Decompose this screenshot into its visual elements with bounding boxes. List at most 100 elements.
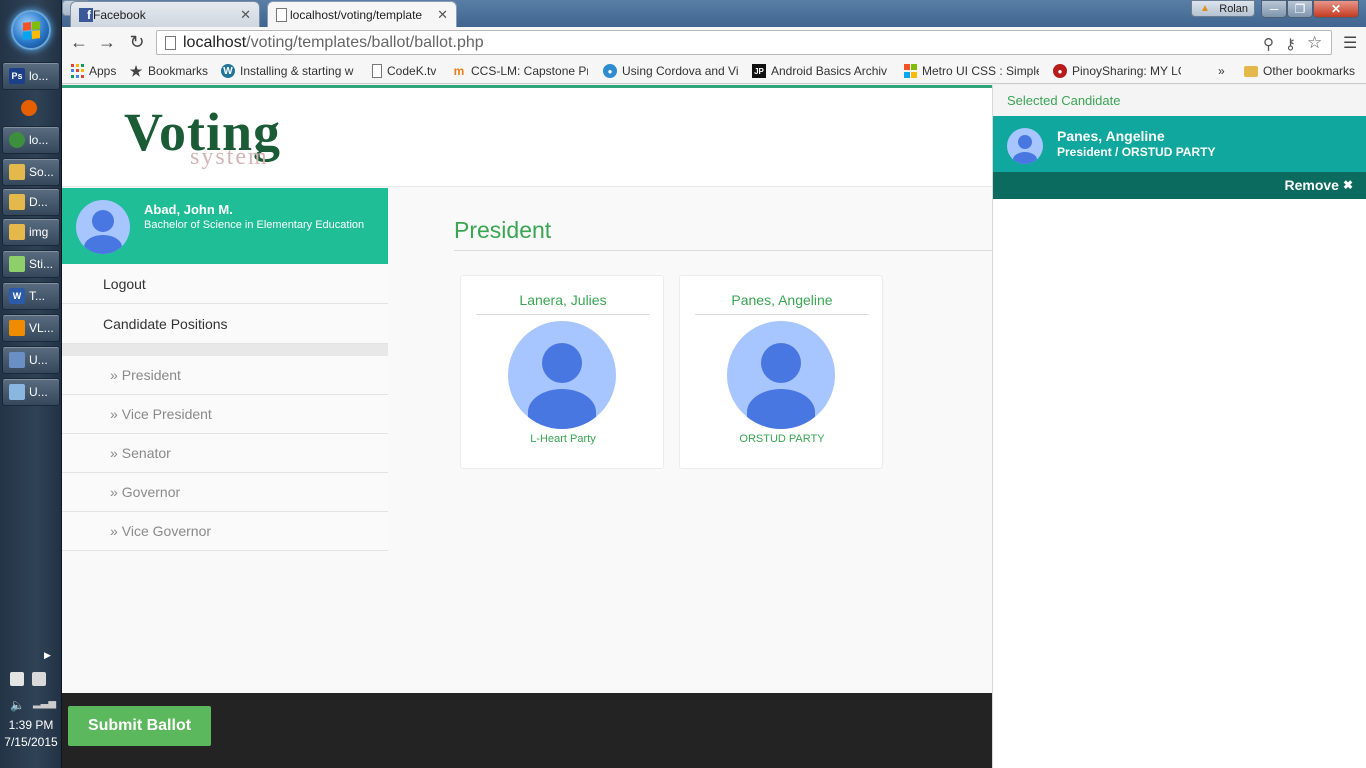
chrome-menu-icon[interactable]: ☰ [1343, 33, 1357, 53]
chevron-right-icon: » [110, 484, 118, 500]
submit-ballot-button[interactable]: Submit Ballot [68, 706, 211, 746]
taskbar-item[interactable]: VL... [2, 314, 60, 342]
taskbar-item[interactable]: img [2, 218, 60, 246]
taskbar-item[interactable]: U... [2, 346, 60, 374]
profile-name: Rolan [1219, 2, 1248, 15]
remove-bar: Remove ✖ [993, 172, 1366, 199]
bookmark-pinoysharing[interactable]: ● PinoySharing: MY LO [1053, 62, 1181, 80]
remove-label: Remove [1284, 177, 1339, 193]
action-center-icon[interactable] [10, 672, 24, 686]
candidate-card[interactable]: Lanera, Julies L-Heart Party [460, 275, 664, 469]
tab-localhost[interactable]: localhost/voting/template ✕ [267, 1, 457, 27]
taskbar-item[interactable]: So... [2, 158, 60, 186]
taskbar-item[interactable]: W T... [2, 282, 60, 310]
forward-icon[interactable]: → [96, 31, 118, 53]
pinoy-icon: ● [1053, 64, 1067, 78]
tab-label: localhost/voting/template [290, 7, 423, 22]
menu-label: Governor [121, 484, 181, 500]
close-window-button[interactable]: ✕ [1313, 0, 1359, 18]
taskbar-item[interactable]: U... [2, 378, 60, 406]
firefox-icon [21, 100, 37, 116]
sidebar-item-governor[interactable]: » Governor [62, 473, 388, 512]
bookmark-label: CodeK.tv [387, 64, 437, 78]
taskbar-item[interactable]: Sti... [2, 250, 60, 278]
url-host: localhost [183, 33, 247, 51]
bookmark-android-basics[interactable]: JP Android Basics Archiv [752, 62, 890, 80]
chevron-right-icon: » [110, 445, 118, 461]
power-icon[interactable] [32, 672, 46, 686]
bookmark-star-icon[interactable]: ☆ [1307, 33, 1322, 53]
menu-label: Vice Governor [121, 523, 212, 539]
bookmark-label: Installing & starting w [240, 64, 354, 78]
clock-time[interactable]: 1:39 PM [0, 718, 62, 732]
jp-icon: JP [752, 64, 766, 78]
taskbar-item-label: lo... [29, 133, 49, 147]
clock-date[interactable]: 7/15/2015 [0, 735, 62, 749]
minimize-button[interactable]: ─ [1261, 0, 1287, 18]
back-icon[interactable]: ← [68, 31, 90, 53]
side-menu: Logout Candidate Positions » President » V… [62, 264, 388, 551]
remove-button[interactable]: Remove ✖ [1284, 177, 1353, 193]
chrome-window: f Facebook ✕ localhost/voting/template ✕… [62, 0, 1366, 768]
system-tray: ▶ 🔈 ▂▃▅ 1:39 PM 7/15/2015 [0, 640, 62, 768]
profile-button[interactable]: ▲ Rolan [1191, 0, 1255, 17]
candidate-positions-link[interactable]: Candidate Positions [62, 304, 388, 344]
taskbar-item[interactable]: lo... [2, 126, 60, 154]
zoom-icon[interactable]: ⚲ [1263, 35, 1274, 53]
word-icon: W [9, 288, 25, 304]
menu-label: Senator [121, 445, 171, 461]
bookmark-cordova[interactable]: ● Using Cordova and Vi [603, 62, 739, 80]
taskbar-item[interactable] [2, 94, 60, 122]
chevron-right-icon: » [110, 406, 118, 422]
key-icon[interactable]: ⚷ [1285, 35, 1296, 53]
maximize-button[interactable]: ❐ [1287, 0, 1313, 18]
folder-icon [9, 224, 25, 240]
bookmark-label: PinoySharing: MY LO [1072, 64, 1181, 78]
sidebar-item-president[interactable]: » President [62, 356, 388, 395]
address-bar[interactable]: localhost/voting/templates/ballot/ballot… [156, 30, 1332, 55]
reload-icon[interactable]: ↻ [126, 31, 148, 53]
bookmark-codek[interactable]: CodeK.tv [372, 62, 436, 80]
taskbar-item-label: So... [29, 165, 54, 179]
candidate-card[interactable]: Panes, Angeline ORSTUD PARTY [679, 275, 883, 469]
show-hidden-icons-icon[interactable]: ▶ [44, 650, 51, 661]
close-tab-icon[interactable]: ✕ [437, 7, 448, 23]
tab-facebook[interactable]: f Facebook ✕ [70, 1, 260, 27]
page-icon [372, 64, 382, 78]
candidate-party: L-Heart Party [530, 433, 596, 445]
wordpress-icon: W [221, 64, 235, 78]
tab-label: Facebook [93, 7, 146, 22]
sidebar-item-senator[interactable]: » Senator [62, 434, 388, 473]
close-tab-icon[interactable]: ✕ [240, 7, 251, 23]
bookmark-bookmarks[interactable]: ★ Bookmarks [129, 62, 208, 80]
taskbar-item-label: D... [29, 195, 48, 209]
menu-label: Vice President [121, 406, 212, 422]
bookmark-other[interactable]: Other bookmarks [1244, 62, 1355, 80]
taskbar-item[interactable]: Ps lo... [2, 62, 60, 90]
taskbar-item[interactable]: D... [2, 188, 60, 216]
bookmark-label: Android Basics Archiv [771, 64, 888, 78]
vlc-icon [9, 320, 25, 336]
volume-icon[interactable]: 🔈 [10, 698, 25, 712]
bookmarks-overflow-icon[interactable]: » [1218, 62, 1225, 80]
menu-label: Logout [103, 275, 146, 292]
avatar [76, 200, 130, 254]
bookmark-wordpress[interactable]: W Installing & starting w [221, 62, 357, 80]
selected-candidate-panel: Selected Candidate Panes, Angeline Presi… [992, 85, 1366, 768]
paint-icon [9, 352, 25, 368]
notepad-icon [9, 384, 25, 400]
page-info-icon[interactable] [165, 36, 176, 50]
sidebar-item-vice-president[interactable]: » Vice President [62, 395, 388, 434]
taskbar-item-label: Sti... [29, 257, 54, 271]
chevron-right-icon: » [110, 367, 118, 383]
network-icon[interactable]: ▂▃▅ [33, 698, 56, 712]
bookmark-label: CCS-LM: Capstone Pr [471, 64, 588, 78]
sidebar-item-vice-governor[interactable]: » Vice Governor [62, 512, 388, 551]
start-button[interactable] [11, 10, 51, 50]
bookmark-ccs-lm[interactable]: m CCS-LM: Capstone Pr [452, 62, 588, 80]
bookmark-metro-ui[interactable]: Metro UI CSS : Simple [903, 62, 1039, 80]
logout-link[interactable]: Logout [62, 264, 388, 304]
taskbar-item-label: U... [29, 385, 48, 399]
title-divider [454, 250, 992, 251]
bookmark-apps[interactable]: Apps [70, 62, 116, 80]
